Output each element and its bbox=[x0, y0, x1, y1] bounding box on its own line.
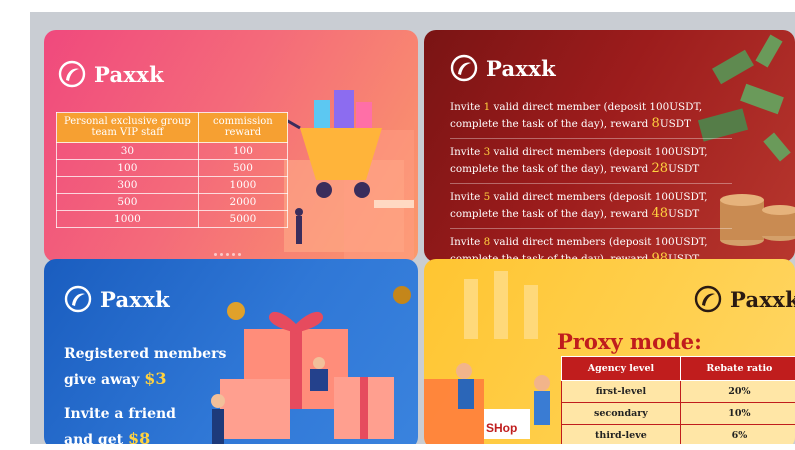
banner-invite-rewards[interactable]: Paxxk Invite 1 valid direct member (depo… bbox=[424, 30, 795, 262]
table-row: first-level 20% bbox=[561, 380, 795, 403]
list-item: Invite 1 valid direct member (deposit 10… bbox=[450, 98, 732, 139]
brand-logo: Paxxk bbox=[450, 54, 556, 82]
invite-promo-text: Invite a friend and get $8 bbox=[64, 406, 176, 444]
table-header: Rebate ratio bbox=[679, 356, 795, 381]
table-header: Agency level bbox=[561, 356, 681, 381]
list-item: Invite 5 valid direct members (deposit 1… bbox=[450, 188, 732, 229]
brand-logo: Paxxk bbox=[58, 60, 164, 88]
paxxk-logo-icon bbox=[64, 285, 92, 313]
paxxk-logo-icon bbox=[450, 54, 478, 82]
brand-logo: Paxxk bbox=[64, 285, 170, 313]
vip-commission-table: Personal exclusive group team VIP staff … bbox=[56, 112, 289, 228]
banner-vip-commission[interactable]: Paxxk Personal exclusive group team VIP … bbox=[44, 30, 418, 262]
brand-logo: Paxxk bbox=[694, 285, 795, 313]
table-row: 500 2000 bbox=[56, 193, 289, 211]
table-row: secondary 10% bbox=[561, 402, 795, 425]
banner-proxy-mode[interactable]: SHop Paxxk Proxy mode: Agency level Reba… bbox=[424, 259, 795, 444]
proxy-mode-title: Proxy mode: bbox=[557, 329, 702, 354]
banner-grid: Paxxk Personal exclusive group team VIP … bbox=[30, 12, 795, 444]
proxy-rebate-table: Agency level Rebate ratio first-level 20%… bbox=[561, 356, 795, 444]
list-item: Invite 8 valid direct members (deposit 1… bbox=[450, 233, 732, 262]
brand-name: Paxxk bbox=[730, 286, 795, 312]
list-item: Invite 3 valid direct members (deposit 1… bbox=[450, 143, 732, 184]
table-row: third-leve 6% bbox=[561, 424, 795, 444]
table-row: 30 100 bbox=[56, 142, 289, 160]
table-row: 300 1000 bbox=[56, 176, 289, 194]
brand-name: Paxxk bbox=[94, 61, 164, 87]
paxxk-logo-icon bbox=[694, 285, 722, 313]
table-row: 1000 5000 bbox=[56, 210, 289, 228]
shop-sign: SHop bbox=[486, 421, 518, 435]
paxxk-logo-icon bbox=[58, 60, 86, 88]
banner-register-gift[interactable]: Paxxk Registered members give away $3 In… bbox=[44, 259, 418, 444]
brand-name: Paxxk bbox=[486, 55, 556, 81]
carousel-dots[interactable] bbox=[214, 253, 241, 256]
brand-name: Paxxk bbox=[100, 286, 170, 312]
table-header: commission reward bbox=[197, 112, 289, 143]
table-header: Personal exclusive group team VIP staff bbox=[56, 112, 199, 143]
invite-reward-list: Invite 1 valid direct member (deposit 10… bbox=[450, 98, 732, 262]
register-promo-text: Registered members give away $3 bbox=[64, 346, 227, 389]
table-row: 100 500 bbox=[56, 159, 289, 177]
